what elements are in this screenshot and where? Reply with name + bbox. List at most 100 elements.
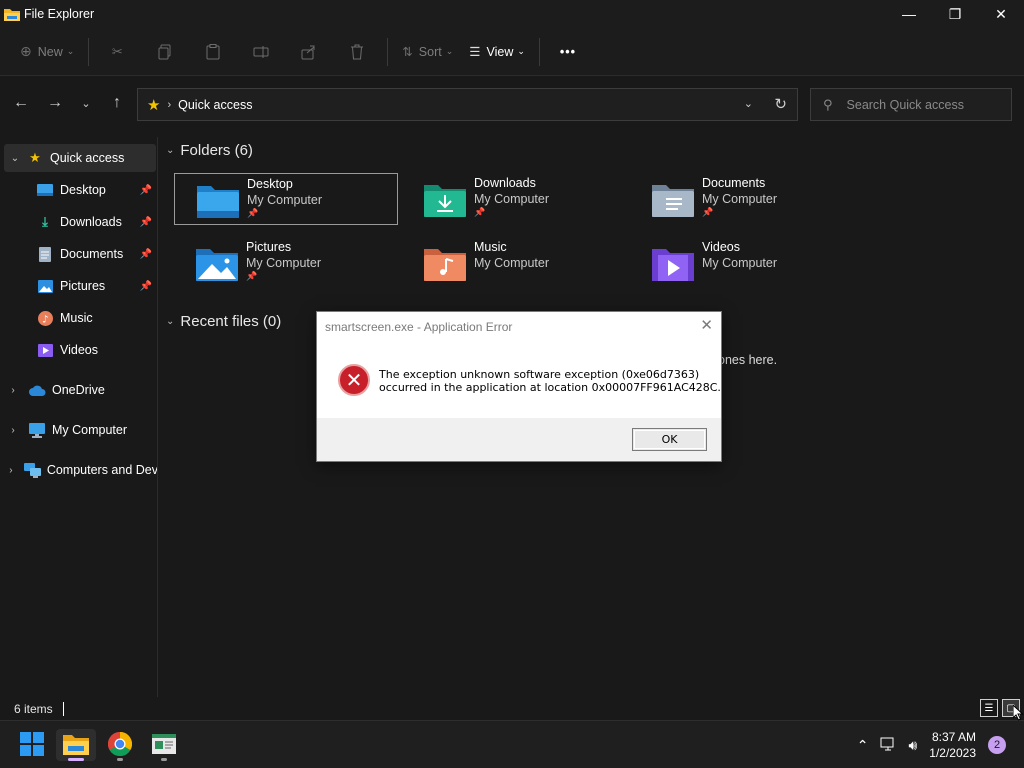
pin-icon: 📌 <box>139 216 152 228</box>
folders-section-header[interactable]: ⌄ Folders (6) <box>166 142 253 159</box>
documents-folder-icon <box>652 181 694 217</box>
copy-icon[interactable] <box>157 44 173 60</box>
paste-icon[interactable] <box>205 43 221 60</box>
taskbar-app[interactable] <box>144 729 184 761</box>
folder-tile-videos[interactable]: Videos My Computer <box>630 237 854 289</box>
folder-tile-pictures[interactable]: Pictures My Computer 📌 <box>174 237 398 289</box>
monitor-icon <box>28 422 46 438</box>
window-controls: — ❐ ✕ <box>886 0 1024 28</box>
sidebar-item-label: Music <box>60 311 93 325</box>
folder-tile-music[interactable]: Music My Computer <box>402 237 626 289</box>
ok-button[interactable]: OK <box>632 428 707 451</box>
taskbar-file-explorer[interactable] <box>56 729 96 761</box>
sidebar-item-pictures[interactable]: Pictures 📌 <box>0 272 157 300</box>
command-bar: ⊕ New ⌄ ✂ ⇅ Sort ⌄ ☰ View ⌄ ••• <box>0 28 1024 76</box>
sort-button[interactable]: ⇅ Sort ⌄ <box>394 36 461 68</box>
search-box[interactable]: ⚲ <box>810 88 1012 121</box>
arrow-right-icon: → <box>47 94 63 111</box>
picture-icon <box>36 278 54 294</box>
network-icon <box>23 462 41 478</box>
cut-icon[interactable]: ✂ <box>109 44 125 60</box>
folder-name: Videos <box>702 240 740 254</box>
chevron-up-icon[interactable]: ⌃ <box>857 737 869 754</box>
chevron-right-icon[interactable]: › <box>6 425 20 436</box>
clock[interactable]: 8:37 AM 1/2/2023 <box>929 729 976 761</box>
app-window-icon <box>152 733 176 757</box>
folder-location: My Computer <box>247 193 323 207</box>
folder-tile-desktop[interactable]: Desktop My Computer 📌 <box>174 173 398 225</box>
sort-icon: ⇅ <box>402 45 413 59</box>
folder-tile-downloads[interactable]: Downloads My Computer 📌 <box>402 173 626 225</box>
active-app-indicator <box>68 758 84 761</box>
pin-icon: 📌 <box>702 207 714 217</box>
document-icon <box>36 246 54 262</box>
error-message-line: occurred in the application at location … <box>379 381 721 394</box>
delete-icon[interactable] <box>349 44 365 60</box>
address-dropdown-icon[interactable]: ⌄ <box>744 97 753 110</box>
chevron-down-icon: ⌄ <box>66 46 75 56</box>
folder-location: My Computer <box>246 256 322 270</box>
sidebar-item-quick-access[interactable]: ⌄ ★ Quick access <box>4 144 156 172</box>
sidebar-item-music[interactable]: ♪ Music <box>0 304 157 332</box>
windows-logo-icon <box>20 731 44 759</box>
folder-tile-documents[interactable]: Documents My Computer 📌 <box>630 173 854 225</box>
taskbar-chrome[interactable] <box>100 729 140 761</box>
rename-icon[interactable] <box>253 44 269 60</box>
sidebar-item-my-computer[interactable]: › My Computer <box>0 416 157 444</box>
minimize-button[interactable]: — <box>886 0 932 28</box>
view-button[interactable]: ☰ View ⌄ <box>461 36 533 68</box>
music-folder-icon <box>424 245 466 281</box>
recent-section-header[interactable]: ⌄ Recent files (0) <box>166 313 281 330</box>
status-divider <box>62 701 64 716</box>
refresh-icon[interactable]: ↻ <box>774 95 787 113</box>
chevron-right-icon[interactable]: › <box>6 385 20 396</box>
address-bar[interactable]: ★ › Quick access ⌄ ↻ <box>137 88 798 121</box>
back-button[interactable]: ← <box>4 87 38 119</box>
sidebar-item-documents[interactable]: Documents 📌 <box>0 240 157 268</box>
chevron-down-icon[interactable]: ⌄ <box>8 153 22 164</box>
close-button[interactable]: ✕ <box>978 0 1024 28</box>
downloads-folder-icon <box>424 181 466 217</box>
error-message-line: The exception unknown software exception… <box>379 368 700 381</box>
up-button[interactable]: ↑ <box>100 87 134 119</box>
sidebar-item-label: OneDrive <box>52 383 105 397</box>
start-button[interactable] <box>12 729 52 761</box>
running-app-indicator <box>161 758 167 761</box>
sidebar-item-downloads[interactable]: ⤓ Downloads 📌 <box>0 208 157 236</box>
clock-time: 8:37 AM <box>931 730 976 744</box>
cloud-icon <box>28 382 46 398</box>
maximize-button[interactable]: ❐ <box>932 0 978 28</box>
sidebar-item-label: Videos <box>60 343 98 357</box>
title-bar: File Explorer — ❐ ✕ <box>0 0 1024 28</box>
folder-name: Documents <box>702 176 766 190</box>
system-tray: ⌃ 🔊︎ 8:37 AM 1/2/2023 2 <box>857 721 1024 768</box>
details-view-button[interactable]: ☰ <box>980 699 998 717</box>
view-label: View <box>486 44 514 59</box>
svg-text:♪: ♪ <box>42 314 48 325</box>
sidebar-item-onedrive[interactable]: › OneDrive <box>0 376 157 404</box>
sidebar-item-desktop[interactable]: Desktop 📌 <box>0 176 157 204</box>
sidebar-item-network[interactable]: › Computers and Dev <box>0 456 157 484</box>
status-bar: 6 items ☰ ▢ <box>0 697 1024 720</box>
dialog-body: ✕ The exception unknown software excepti… <box>317 342 721 418</box>
network-status-icon[interactable] <box>880 737 896 754</box>
volume-icon[interactable]: 🔊︎ <box>908 737 917 754</box>
dialog-close-button[interactable]: ✕ <box>700 316 713 334</box>
forward-button[interactable]: → <box>38 87 72 119</box>
error-message: The exception unknown software exception… <box>379 368 721 394</box>
search-input[interactable] <box>846 97 997 112</box>
address-location[interactable]: Quick access <box>178 98 252 112</box>
chevron-right-icon[interactable]: › <box>6 465 16 476</box>
sidebar-item-label: Downloads <box>60 215 122 229</box>
video-icon <box>36 342 54 358</box>
window-title: File Explorer <box>24 7 95 21</box>
recent-locations-button[interactable]: ⌄ <box>72 87 100 119</box>
share-icon[interactable] <box>301 44 317 60</box>
sidebar-item-videos[interactable]: Videos <box>0 336 157 364</box>
new-button[interactable]: ⊕ New ⌄ <box>12 36 82 68</box>
more-options-button[interactable]: ••• <box>552 36 584 68</box>
sidebar-item-label: Desktop <box>60 183 106 197</box>
dialog-footer: OK <box>317 418 721 461</box>
chevron-down-icon: ⌄ <box>517 46 525 56</box>
notification-badge[interactable]: 2 <box>988 736 1006 754</box>
